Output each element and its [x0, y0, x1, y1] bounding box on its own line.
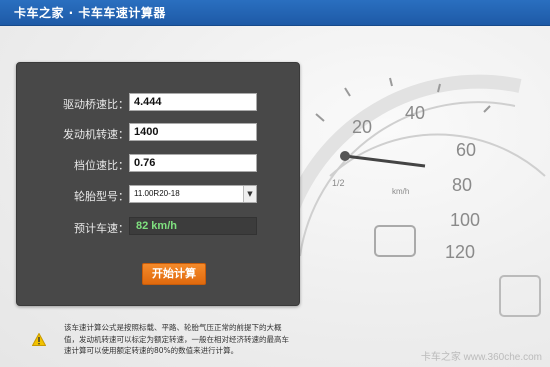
engine-speed-input[interactable]: 1400	[129, 123, 257, 141]
estimate-label: 预计车速：	[74, 222, 129, 235]
estimate-row: 预计车速： 82 km/h	[17, 217, 299, 239]
tire-select[interactable]: 11.00R20-18 ▼	[129, 185, 257, 203]
calculator-panel: 驱动桥速比： 4.444 发动机转速： 1400 档位速比： 0.76 轮胎型号…	[16, 62, 300, 306]
engine-speed-row: 发动机转速： 1400	[17, 123, 299, 145]
top-header-bar: 卡车之家 · 卡车车速计算器	[0, 0, 550, 26]
tire-label: 轮胎型号：	[74, 190, 129, 203]
tire-row: 轮胎型号： 11.00R20-18 ▼	[17, 185, 299, 207]
gauge-tick-100: 100	[450, 210, 480, 230]
warning-icon	[32, 333, 46, 346]
gauge-tick-80: 80	[452, 175, 472, 195]
gauge-unit: km/h	[392, 187, 409, 196]
calculation-note: 该车速计算公式是按照标载、平路、轮胎气压正常的前提下的大概值，发动机转速可以标定…	[64, 323, 289, 355]
gauge-tick-120: 120	[445, 242, 475, 262]
engine-speed-label: 发动机转速：	[63, 128, 129, 141]
gauge-tick-40: 40	[405, 103, 425, 123]
gauge-tick-60: 60	[456, 140, 476, 160]
gauge-tick-20: 20	[352, 117, 372, 137]
gear-ratio-input[interactable]: 0.76	[129, 154, 257, 172]
axle-ratio-row: 驱动桥速比： 4.444	[17, 93, 299, 115]
chevron-down-icon[interactable]: ▼	[243, 186, 256, 202]
site-watermark: 卡车之家 www.360che.com	[420, 352, 542, 363]
gauge-fraction: 1/2	[332, 178, 345, 188]
gauge-needle	[344, 154, 426, 168]
axle-ratio-input[interactable]: 4.444	[129, 93, 257, 111]
start-calculate-button[interactable]: 开始计算	[142, 263, 206, 285]
gear-ratio-row: 档位速比： 0.76	[17, 154, 299, 176]
axle-ratio-label: 驱动桥速比：	[63, 98, 129, 111]
gear-ratio-label: 档位速比：	[74, 159, 129, 172]
tire-select-value: 11.00R20-18	[134, 189, 180, 198]
estimated-speed-output: 82 km/h	[129, 217, 257, 235]
page-title: 卡车之家 · 卡车车速计算器	[14, 6, 166, 20]
